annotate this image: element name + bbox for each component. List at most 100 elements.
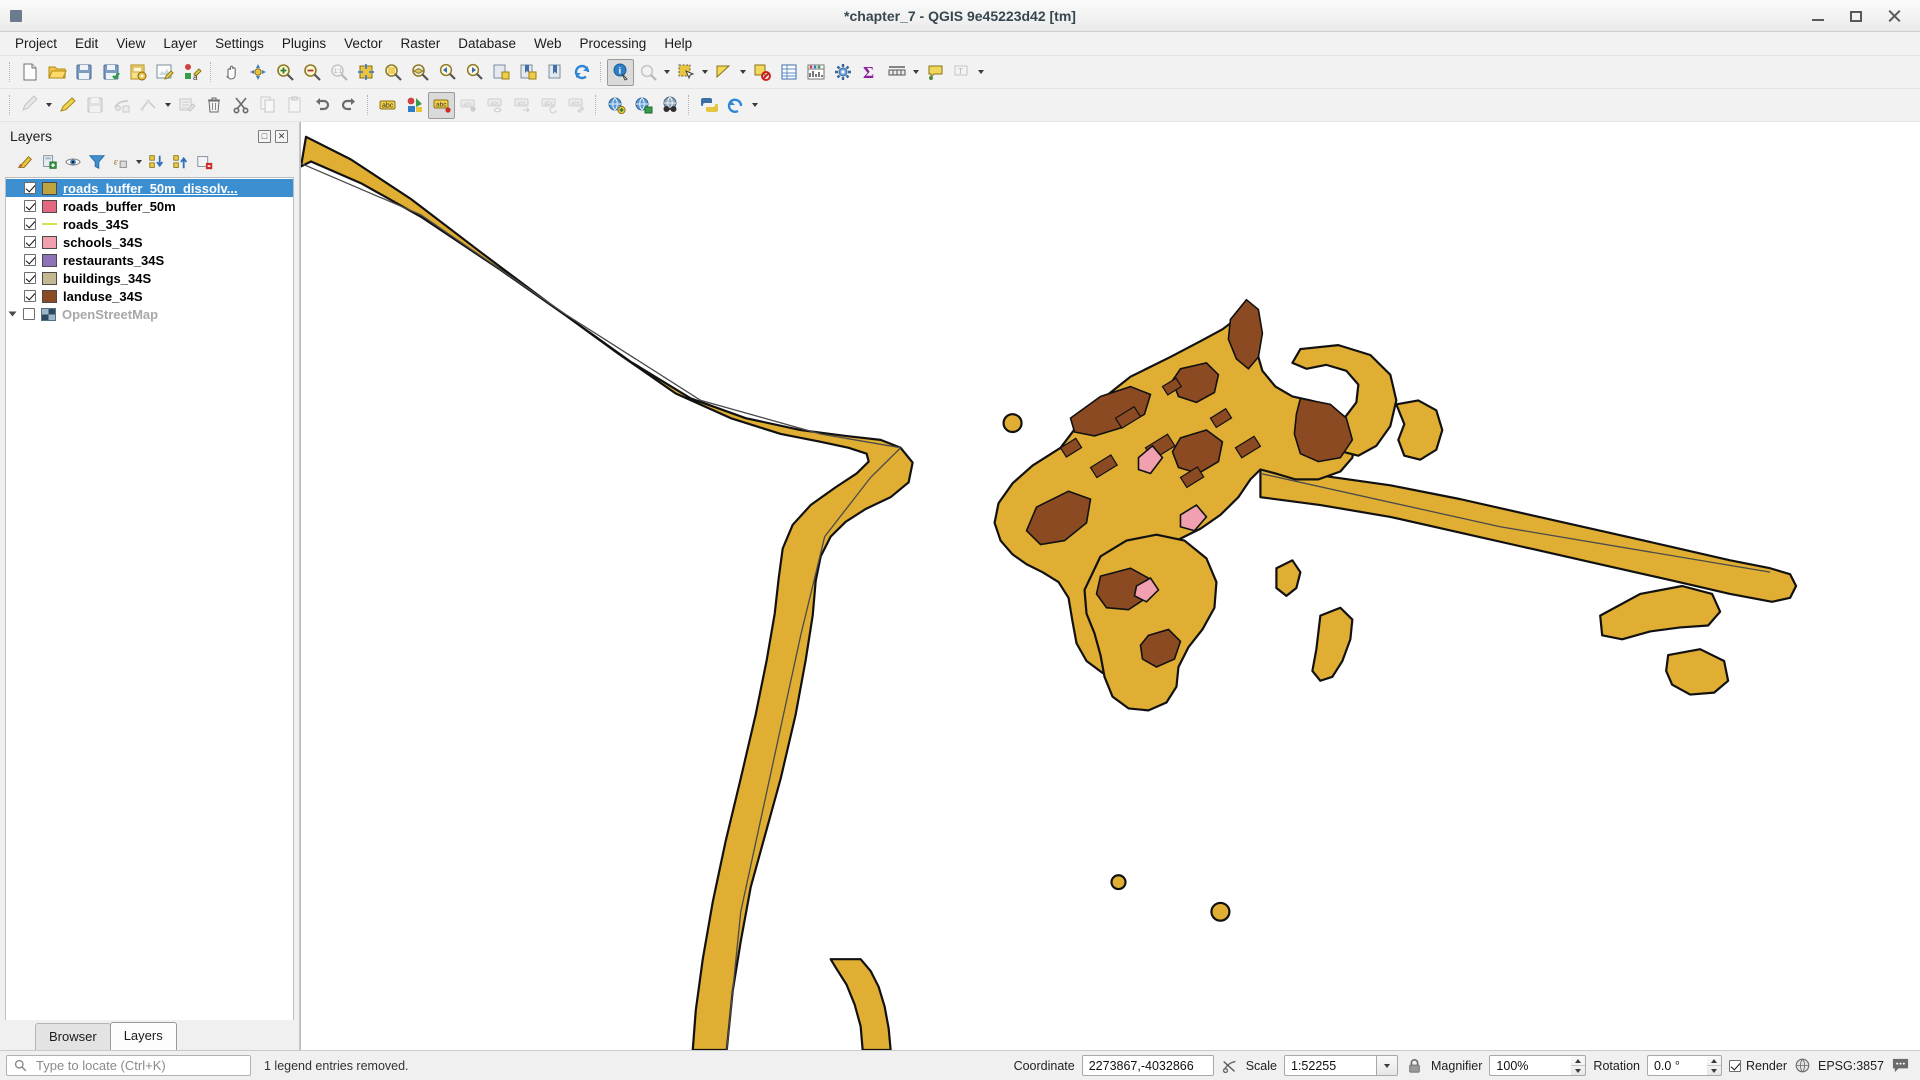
tab-browser[interactable]: Browser [35, 1023, 111, 1050]
extent-toggle-icon[interactable] [1221, 1057, 1239, 1075]
rotation-spin-buttons[interactable] [1707, 1055, 1722, 1076]
magnifier-spin-down[interactable] [1571, 1066, 1585, 1075]
measure-bar-icon[interactable] [883, 59, 910, 86]
layer-visibility-checkbox[interactable] [23, 308, 35, 320]
identify-features-icon[interactable]: i [607, 59, 634, 86]
open-project-icon[interactable] [43, 59, 70, 86]
expand-arrow-icon[interactable] [9, 312, 17, 317]
close-button[interactable] [1886, 8, 1902, 24]
undo-icon[interactable] [308, 92, 335, 119]
menu-vector[interactable]: Vector [335, 34, 391, 53]
layer-row[interactable]: roads_buffer_50m [6, 197, 293, 215]
zoom-in-icon[interactable] [271, 59, 298, 86]
search-input[interactable] [34, 1057, 243, 1074]
magnifier-spin-buttons[interactable] [1571, 1055, 1586, 1076]
magnifier-value[interactable]: 100% [1489, 1055, 1571, 1076]
label-toolbar-icon[interactable]: abc [374, 92, 401, 119]
layer-visibility-checkbox[interactable] [24, 236, 36, 248]
current-edits-icon[interactable] [16, 92, 43, 119]
map-canvas[interactable] [300, 122, 1920, 1050]
new-project-icon[interactable] [16, 59, 43, 86]
layer-visibility-checkbox[interactable] [24, 182, 36, 194]
annotation-caret[interactable] [975, 59, 986, 86]
scale-dropdown-button[interactable] [1376, 1055, 1398, 1076]
menu-database[interactable]: Database [449, 34, 525, 53]
menu-processing[interactable]: Processing [571, 34, 656, 53]
vertex-tool-caret[interactable] [162, 92, 173, 119]
redo-icon[interactable] [335, 92, 362, 119]
select-features-icon[interactable] [672, 59, 699, 86]
measure-dropdown-caret[interactable] [661, 59, 672, 86]
layer-visibility-checkbox[interactable] [24, 218, 36, 230]
message-log-icon[interactable] [1891, 1057, 1914, 1074]
toolbar-grip-2[interactable] [9, 95, 11, 115]
help-icon[interactable] [722, 92, 749, 119]
style-manager-icon[interactable] [151, 59, 178, 86]
render-checkbox[interactable] [1729, 1060, 1741, 1072]
measure-line-icon[interactable] [634, 59, 661, 86]
filter-expression-caret[interactable] [133, 148, 144, 175]
layer-row[interactable]: buildings_34S [6, 269, 293, 287]
close-panel-button[interactable]: ✕ [275, 130, 288, 143]
minimize-button[interactable] [1810, 8, 1826, 24]
python-console-icon[interactable] [695, 92, 722, 119]
menu-web[interactable]: Web [525, 34, 571, 53]
pan-to-selection-icon[interactable] [244, 59, 271, 86]
open-attribute-table-icon[interactable] [775, 59, 802, 86]
pan-map-icon[interactable] [217, 59, 244, 86]
show-hide-labels-icon[interactable]: abc [482, 92, 509, 119]
text-annotation-icon[interactable]: T [948, 59, 975, 86]
refresh-icon[interactable] [568, 59, 595, 86]
vertex-tool-icon[interactable] [135, 92, 162, 119]
layer-row[interactable]: roads_buffer_50m_dissolv... [6, 179, 293, 197]
menu-view[interactable]: View [107, 34, 154, 53]
rotation-spin-down[interactable] [1707, 1066, 1721, 1075]
statistical-summary-icon[interactable] [802, 59, 829, 86]
maximize-button[interactable] [1848, 8, 1864, 24]
menu-raster[interactable]: Raster [391, 34, 449, 53]
zoom-last-icon[interactable] [433, 59, 460, 86]
rotate-label-icon[interactable]: abc [536, 92, 563, 119]
cut-features-icon[interactable] [227, 92, 254, 119]
manage-map-themes-icon[interactable] [61, 151, 84, 173]
filter-legend-icon[interactable] [85, 151, 108, 173]
remove-layer-icon[interactable] [193, 151, 216, 173]
globe-icon[interactable] [1794, 1057, 1811, 1074]
menu-help[interactable]: Help [655, 34, 701, 53]
scale-combo[interactable]: 1:52255 [1284, 1055, 1398, 1076]
processing-toolbox-icon[interactable] [829, 59, 856, 86]
pin-labels-icon[interactable]: abc [455, 92, 482, 119]
move-label-icon[interactable]: abc [509, 92, 536, 119]
add-group-icon[interactable] [37, 151, 60, 173]
layer-labeling-icon[interactable]: abc [428, 92, 455, 119]
layer-tree[interactable]: roads_buffer_50m_dissolv... roads_buffer… [5, 177, 294, 1020]
coordinate-field[interactable]: 2273867,-4032866 [1082, 1055, 1214, 1076]
modify-attributes-icon[interactable] [173, 92, 200, 119]
paste-features-icon[interactable] [281, 92, 308, 119]
zoom-out-icon[interactable] [298, 59, 325, 86]
rotation-spin-up[interactable] [1707, 1056, 1721, 1066]
copy-features-icon[interactable] [254, 92, 281, 119]
zoom-native-icon[interactable]: 1:1 [325, 59, 352, 86]
open-layer-styling-icon[interactable] [13, 151, 36, 173]
filter-legend-expression-icon[interactable]: ε [109, 151, 132, 173]
change-label-icon[interactable]: abc [563, 92, 590, 119]
layer-visibility-checkbox[interactable] [24, 272, 36, 284]
sum-icon[interactable]: Σ [856, 59, 883, 86]
layer-visibility-checkbox[interactable] [24, 200, 36, 212]
current-edits-caret[interactable] [43, 92, 54, 119]
metasearch-icon[interactable] [656, 92, 683, 119]
layer-visibility-checkbox[interactable] [24, 290, 36, 302]
delete-selected-icon[interactable] [200, 92, 227, 119]
locator-bar[interactable] [6, 1055, 251, 1076]
float-panel-button[interactable]: □ [258, 130, 271, 143]
zoom-full-icon[interactable] [352, 59, 379, 86]
scale-value[interactable]: 1:52255 [1284, 1055, 1376, 1076]
lock-scale-icon[interactable] [1405, 1058, 1424, 1074]
menu-edit[interactable]: Edit [66, 34, 107, 53]
select-dropdown-caret[interactable] [699, 59, 710, 86]
layer-styling-icon[interactable] [401, 92, 428, 119]
deselect-features-icon[interactable] [748, 59, 775, 86]
toggle-editing-icon[interactable] [54, 92, 81, 119]
expand-all-icon[interactable] [145, 151, 168, 173]
